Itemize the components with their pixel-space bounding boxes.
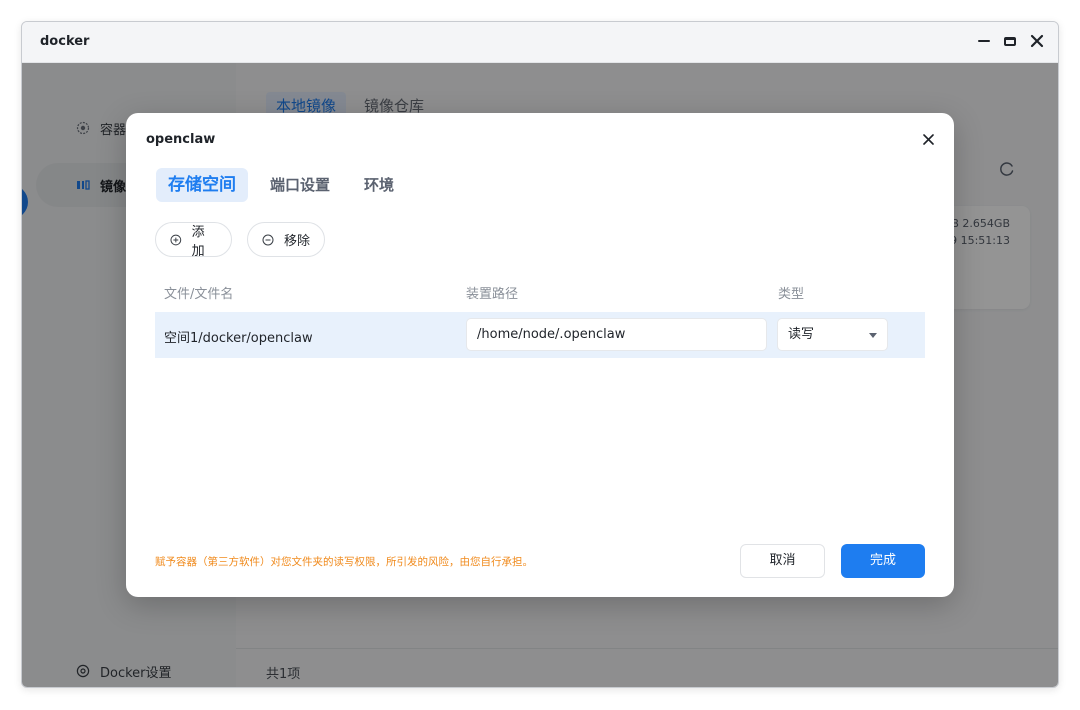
column-header-type: 类型	[778, 287, 805, 302]
minimize-button[interactable]	[973, 30, 995, 52]
permission-warning: 赋予容器（第三方软件）对您文件夹的读写权限，所引发的风险，由您自行承担。	[155, 556, 533, 568]
titlebar: docker	[22, 22, 1058, 63]
column-header-mount-path: 装置路径	[466, 287, 519, 302]
plus-circle-icon	[170, 234, 182, 245]
container-settings-dialog: openclaw 存储空间 端口设置 环境 添加 移除 文件/文件名 装置路径 …	[126, 113, 954, 597]
chevron-down-icon	[869, 333, 877, 338]
close-icon	[922, 133, 934, 145]
minus-circle-icon	[262, 234, 274, 245]
done-button[interactable]: 完成	[841, 544, 925, 578]
maximize-icon	[1004, 36, 1016, 46]
close-icon	[1030, 34, 1044, 48]
add-button[interactable]: 添加	[155, 222, 232, 259]
dialog-close-button[interactable]	[918, 129, 938, 149]
remove-button[interactable]: 移除	[247, 222, 325, 257]
close-window-button[interactable]	[1026, 30, 1048, 52]
cancel-button[interactable]: 取消	[740, 544, 825, 578]
table-row[interactable]: 空间1/docker/openclaw /home/node/.openclaw…	[155, 312, 925, 358]
type-select-value: 读写	[788, 327, 815, 342]
remove-label: 移除	[284, 234, 311, 249]
window-title: docker	[40, 34, 90, 49]
file-path-cell: 空间1/docker/openclaw	[164, 331, 313, 346]
add-label: 添加	[191, 224, 205, 259]
tab-ports[interactable]: 端口设置	[258, 168, 342, 202]
modal-overlay-footer	[236, 648, 1058, 687]
maximize-button[interactable]	[999, 30, 1021, 52]
type-select[interactable]: 读写	[777, 318, 888, 351]
tab-environment[interactable]: 环境	[352, 168, 406, 202]
mount-path-input[interactable]: /home/node/.openclaw	[466, 318, 767, 351]
column-header-file: 文件/文件名	[164, 287, 234, 302]
tab-storage[interactable]: 存储空间	[156, 168, 248, 202]
dialog-tabs: 存储空间 端口设置 环境	[156, 168, 416, 202]
minimize-icon	[978, 39, 990, 43]
dialog-title: openclaw	[146, 132, 216, 147]
